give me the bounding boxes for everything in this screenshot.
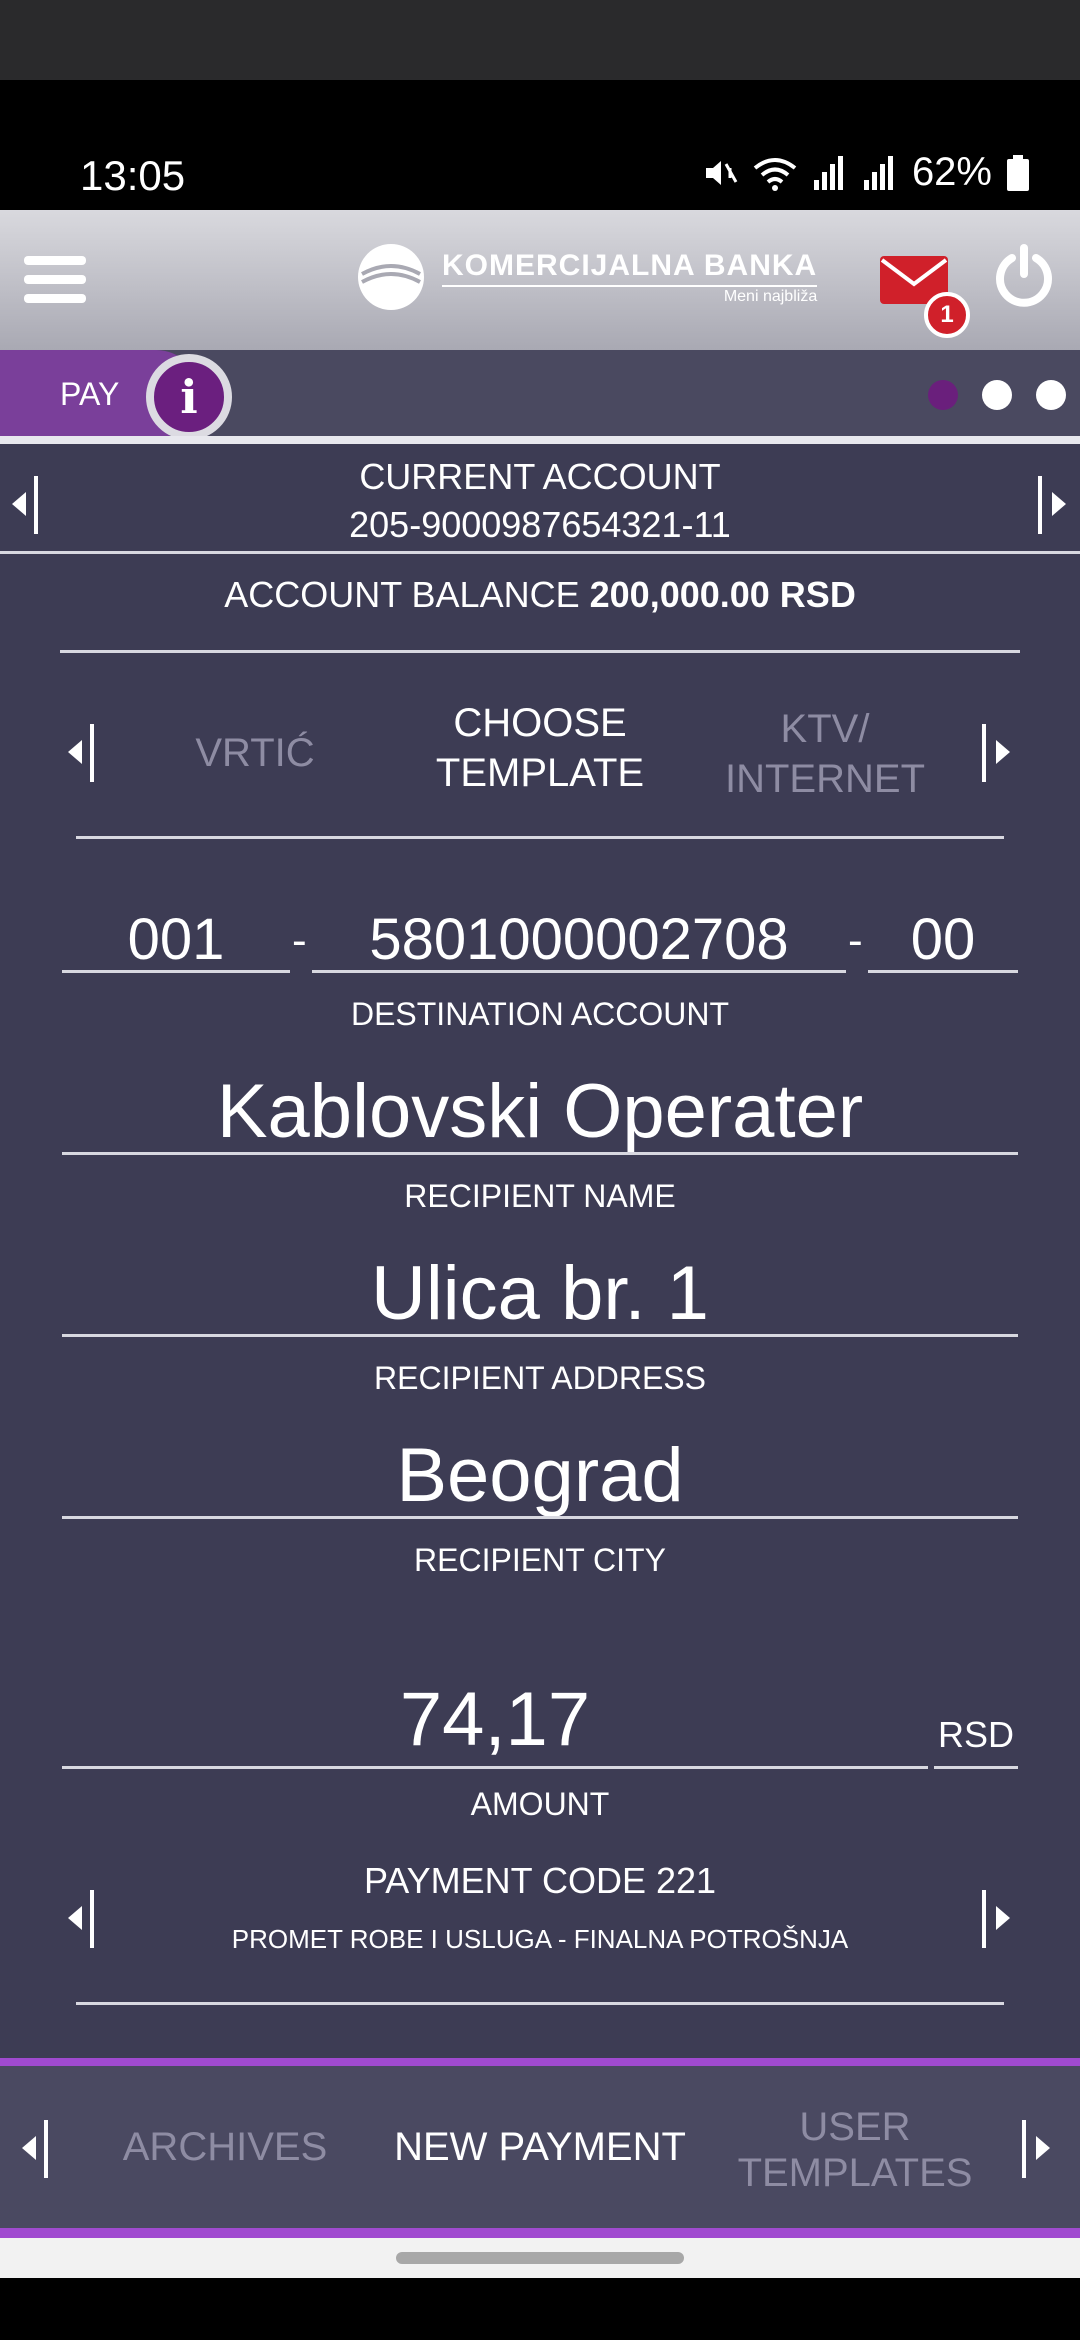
bottom-accent-line bbox=[0, 2228, 1080, 2238]
dest-account-label: DESTINATION ACCOUNT bbox=[350, 996, 730, 1032]
template-prev[interactable]: VRTIĆ bbox=[150, 728, 360, 778]
dest-account-bank-code[interactable]: 001 bbox=[62, 906, 290, 973]
amount-input[interactable]: 74,17 bbox=[62, 1676, 928, 1763]
template-next-arrow-icon[interactable] bbox=[978, 710, 1018, 790]
recipient-city-underline bbox=[62, 1516, 1018, 1519]
currency-underline bbox=[934, 1766, 1018, 1769]
tab-pay-label: PAY bbox=[60, 376, 120, 412]
account-number: 205-9000987654321-11 bbox=[349, 504, 731, 545]
wifi-icon bbox=[753, 157, 797, 191]
nav-new-payment[interactable]: NEW PAYMENT bbox=[360, 2124, 720, 2170]
status-icons: 62% bbox=[700, 150, 1030, 195]
page-dot-3[interactable] bbox=[1036, 380, 1066, 410]
page-indicator bbox=[928, 380, 1066, 410]
account-title: CURRENT ACCOUNT bbox=[359, 456, 721, 497]
recipient-name-underline bbox=[62, 1152, 1018, 1155]
bottom-next-arrow-icon[interactable] bbox=[1018, 2106, 1058, 2186]
status-time: 13:05 bbox=[80, 152, 186, 199]
balance-label: ACCOUNT BALANCE bbox=[224, 574, 580, 615]
nav-archives[interactable]: ARCHIVES bbox=[110, 2124, 340, 2170]
logo-tagline: Meni najbliža bbox=[442, 284, 818, 306]
bottom-navigation: ARCHIVES NEW PAYMENT USER TEMPLATES bbox=[0, 2058, 1080, 2238]
dest-part1-underline bbox=[62, 970, 290, 973]
template-current[interactable]: CHOOSE TEMPLATE bbox=[380, 698, 700, 798]
bottom-prev-arrow-icon[interactable] bbox=[16, 2106, 56, 2186]
dest-dash-2: - bbox=[848, 916, 863, 965]
payment-code-description: PROMET ROBE I USLUGA - FINALNA POTROŠNJA bbox=[231, 1924, 849, 1954]
template-next-line1: KTV/ bbox=[780, 707, 870, 751]
bank-logo: KOMERCIJALNA BANKA Meni najbliža bbox=[358, 244, 818, 310]
top-strip bbox=[0, 0, 1080, 80]
account-next-arrow-icon[interactable] bbox=[1034, 462, 1074, 542]
tab-bar: PAY i bbox=[0, 350, 1080, 440]
page-dot-2[interactable] bbox=[982, 380, 1012, 410]
page-dot-1[interactable] bbox=[928, 380, 958, 410]
nav-user-templates[interactable]: USER TEMPLATES bbox=[730, 2104, 980, 2196]
template-prev-arrow-icon[interactable] bbox=[62, 710, 102, 790]
dest-part2-underline bbox=[312, 970, 846, 973]
payment-code-title[interactable]: PAYMENT CODE 221 bbox=[0, 1860, 1080, 1902]
account-selector: CURRENT ACCOUNT 205-9000987654321-11 bbox=[0, 444, 1080, 554]
template-next[interactable]: KTV/ INTERNET bbox=[700, 704, 950, 804]
currency-label: RSD bbox=[937, 1714, 1014, 1755]
system-nav-area bbox=[0, 2238, 1080, 2278]
recipient-city-input[interactable]: Beograd bbox=[0, 1432, 1080, 1519]
menu-icon[interactable] bbox=[24, 256, 86, 304]
recipient-name-label: RECIPIENT NAME bbox=[404, 1178, 676, 1214]
payment-code-next-arrow-icon[interactable] bbox=[978, 1876, 1018, 1956]
balance-divider bbox=[60, 650, 1020, 653]
battery-percent: 62% bbox=[911, 150, 992, 194]
recipient-address-label: RECIPIENT ADDRESS bbox=[374, 1360, 706, 1396]
app-header: KOMERCIJALNA BANKA Meni najbliža 1 bbox=[0, 210, 1080, 350]
template-current-line1: CHOOSE bbox=[453, 701, 627, 745]
amount-underline bbox=[62, 1766, 928, 1769]
mail-badge: 1 bbox=[924, 292, 970, 338]
battery-icon bbox=[1007, 154, 1029, 191]
dest-account-control[interactable]: 00 bbox=[868, 906, 1018, 973]
home-gesture-pill[interactable] bbox=[396, 2252, 684, 2264]
template-next-line2: INTERNET bbox=[725, 757, 925, 801]
recipient-address-underline bbox=[62, 1334, 1018, 1337]
nav-user-templates-line2: TEMPLATES bbox=[737, 2151, 973, 2195]
recipient-address-input[interactable]: Ulica br. 1 bbox=[0, 1250, 1080, 1337]
signal-icon bbox=[813, 155, 843, 190]
dest-account-number[interactable]: 5801000002708 bbox=[312, 906, 846, 973]
info-button[interactable]: i bbox=[146, 354, 232, 440]
payment-code-divider bbox=[76, 2002, 1004, 2005]
dest-part3-underline bbox=[868, 970, 1018, 973]
mute-icon bbox=[705, 160, 738, 185]
power-icon[interactable] bbox=[992, 244, 1056, 308]
template-divider bbox=[76, 836, 1004, 839]
nav-user-templates-line1: USER bbox=[799, 2105, 911, 2149]
recipient-name-input[interactable]: Kablovski Operater bbox=[0, 1068, 1080, 1155]
status-bar: 13:05 62% bbox=[0, 80, 1080, 210]
logo-emblem-icon bbox=[358, 244, 424, 310]
signal-icon-2 bbox=[863, 155, 893, 190]
bottom-black-strip bbox=[0, 2278, 1080, 2340]
recipient-city-label: RECIPIENT CITY bbox=[414, 1542, 666, 1578]
account-balance: ACCOUNT BALANCE 200,000.00 RSD bbox=[0, 574, 1080, 616]
logo-name: KOMERCIJALNA BANKA bbox=[442, 248, 818, 282]
balance-value: 200,000.00 RSD bbox=[589, 574, 856, 615]
dest-dash-1: - bbox=[292, 916, 307, 965]
amount-label: AMOUNT bbox=[470, 1786, 610, 1822]
payment-form: CURRENT ACCOUNT 205-9000987654321-11 ACC… bbox=[0, 444, 1080, 2058]
tab-separator bbox=[0, 436, 1080, 444]
template-current-line2: TEMPLATE bbox=[435, 751, 645, 795]
